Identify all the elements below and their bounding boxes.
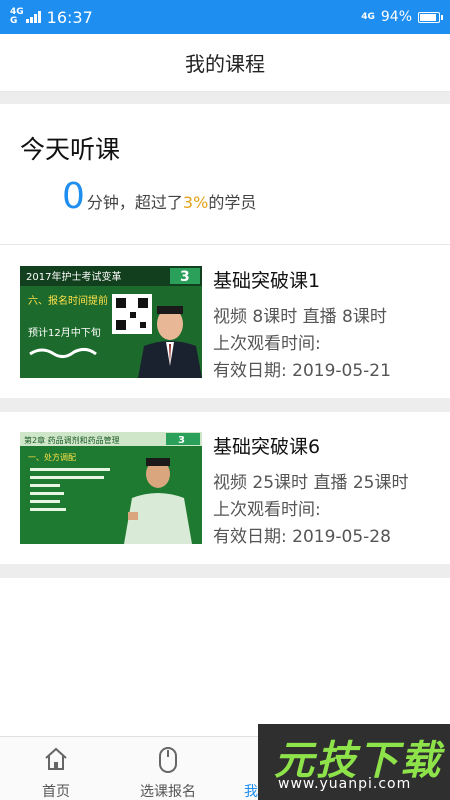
minutes-unit: 分钟，超过了 — [86, 193, 183, 212]
course-counts: 视频 8课时 直播 8课时 — [213, 307, 387, 327]
nav-course-enroll[interactable]: 选课报名 — [118, 737, 218, 800]
watermark: 元技下载 www.yuanpi.com — [258, 724, 450, 800]
thumb-line2: 预计12月中下旬 — [28, 326, 101, 339]
thumb-banner: 第2章 药品调剂和药品管理 — [24, 435, 120, 445]
percent-value: 3% — [182, 193, 209, 212]
battery-percent: 94% — [380, 9, 412, 25]
today-title: 今天听课 — [20, 135, 121, 164]
watermark-url: www.yuanpi.com — [278, 776, 412, 792]
nav-home-label: 首页 — [42, 784, 70, 800]
nav-home[interactable]: 首页 — [6, 737, 106, 800]
network-label: 4G — [361, 11, 375, 22]
course-valid-date: 有效日期: 2019-05-21 — [213, 361, 391, 381]
course-valid-date: 有效日期: 2019-05-28 — [213, 527, 391, 547]
page-header: 我的课程 — [0, 34, 450, 92]
signal-icon — [25, 11, 41, 23]
mouse-icon — [159, 747, 177, 773]
status-bar: 4G G 16:37 4G 94% — [0, 0, 450, 34]
course-last-watch: 上次观看时间: — [213, 334, 321, 354]
nav-course-enroll-label: 选课报名 — [140, 784, 196, 800]
course-thumbnail[interactable]: 第2章 药品调剂和药品管理 3 一、处方调配 — [20, 432, 202, 544]
percent-suffix: 的学员 — [208, 193, 257, 212]
course-counts: 视频 25课时 直播 25课时 — [213, 473, 409, 493]
clock: 16:37 — [46, 7, 93, 27]
course-thumbnail[interactable]: 2017年护士考试变革 3 六、报名时间提前 预计12月中下旬 — [20, 266, 202, 378]
thumb-logo: 3 — [180, 269, 190, 285]
divider — [0, 244, 450, 245]
thumb-line1: 一、处方调配 — [28, 452, 76, 462]
battery-icon — [418, 11, 443, 23]
minutes-value: 0 — [62, 176, 85, 217]
course-title[interactable]: 基础突破课6 — [213, 432, 320, 459]
course-card[interactable]: 2017年护士考试变革 3 六、报名时间提前 预计12月中下旬 基础突破课1 视… — [0, 246, 450, 398]
course-last-watch: 上次观看时间: — [213, 500, 321, 520]
page-title: 我的课程 — [185, 52, 265, 76]
thumb-line1: 六、报名时间提前 — [28, 294, 108, 307]
today-stat: 0 分钟，超过了 3% 的学员 — [62, 176, 256, 217]
section-gap — [0, 564, 450, 578]
section-gap — [0, 398, 450, 412]
thumb-banner: 2017年护士考试变革 — [26, 270, 121, 283]
thumb-logo: 3 — [178, 435, 185, 446]
course-title[interactable]: 基础突破课1 — [213, 266, 320, 293]
signal-label: 4G G — [10, 7, 24, 26]
today-summary: 今天听课 0 分钟，超过了 3% 的学员 — [0, 104, 450, 244]
course-card[interactable]: 第2章 药品调剂和药品管理 3 一、处方调配 基础突破课6 视频 25课时 直播… — [0, 412, 450, 564]
section-gap — [0, 92, 450, 104]
home-icon — [45, 747, 67, 770]
